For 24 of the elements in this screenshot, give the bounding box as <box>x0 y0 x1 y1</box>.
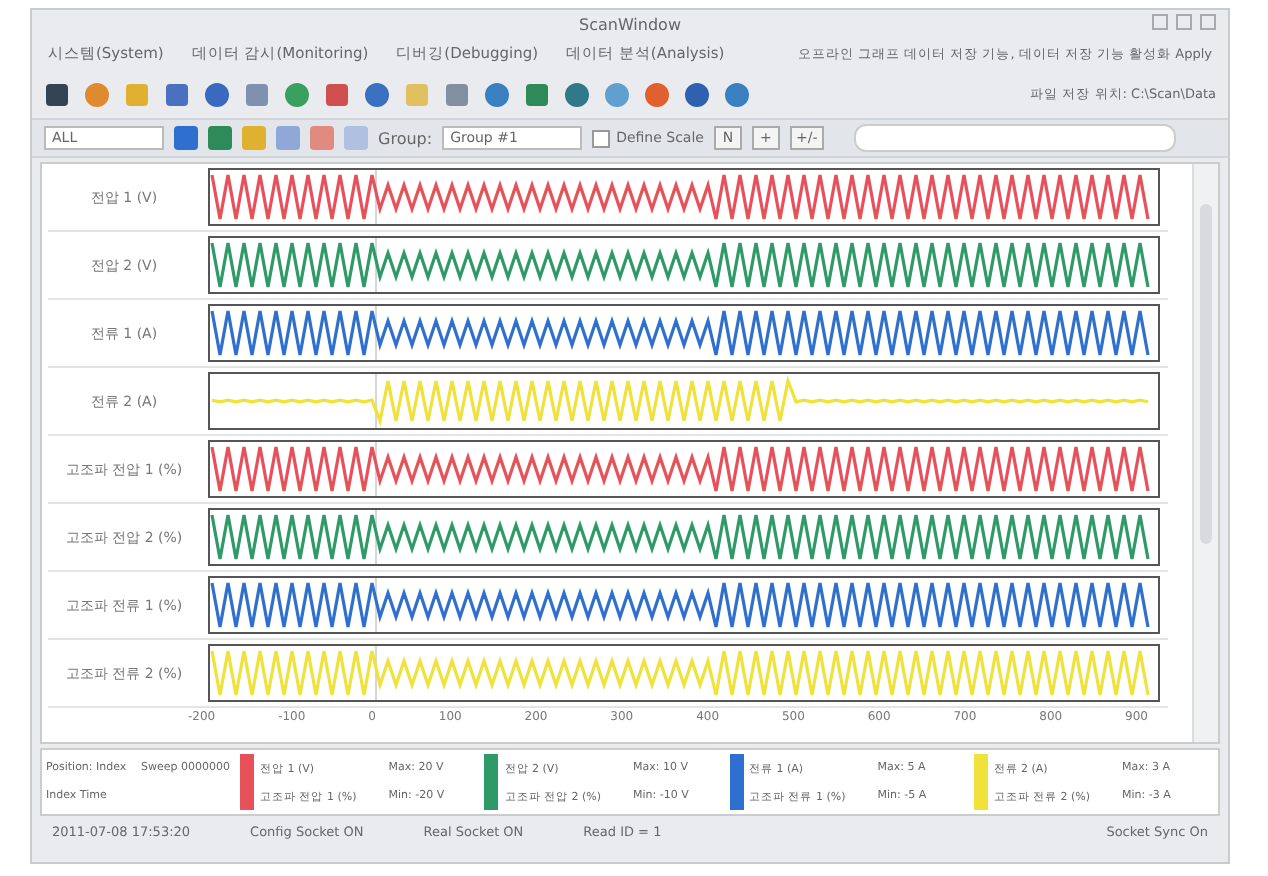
square-icon[interactable] <box>44 81 70 107</box>
circle-icon[interactable] <box>484 81 510 107</box>
view-button[interactable] <box>310 126 334 150</box>
view-button[interactable] <box>242 126 266 150</box>
circle-icon[interactable] <box>684 81 710 107</box>
window-title: ScanWindow <box>579 15 681 33</box>
square-icon[interactable] <box>324 81 350 107</box>
circle-icon[interactable] <box>564 81 590 107</box>
view-button[interactable] <box>208 126 232 150</box>
square-icon[interactable] <box>164 81 190 107</box>
circle-icon[interactable] <box>644 81 670 107</box>
square-icon[interactable] <box>524 81 550 107</box>
view-button[interactable] <box>276 126 300 150</box>
view-button[interactable] <box>174 126 198 150</box>
circle-icon[interactable] <box>84 81 110 107</box>
group-label: Group: <box>378 129 433 147</box>
scroll-track[interactable] <box>853 124 1176 152</box>
vertical-scrollbar[interactable] <box>1192 164 1218 742</box>
circle-icon[interactable] <box>724 81 750 107</box>
circle-icon[interactable] <box>364 81 390 107</box>
circle-icon[interactable] <box>604 81 630 107</box>
view-button[interactable] <box>344 126 368 150</box>
circle-icon[interactable] <box>284 81 310 107</box>
circle-icon[interactable] <box>204 81 230 107</box>
